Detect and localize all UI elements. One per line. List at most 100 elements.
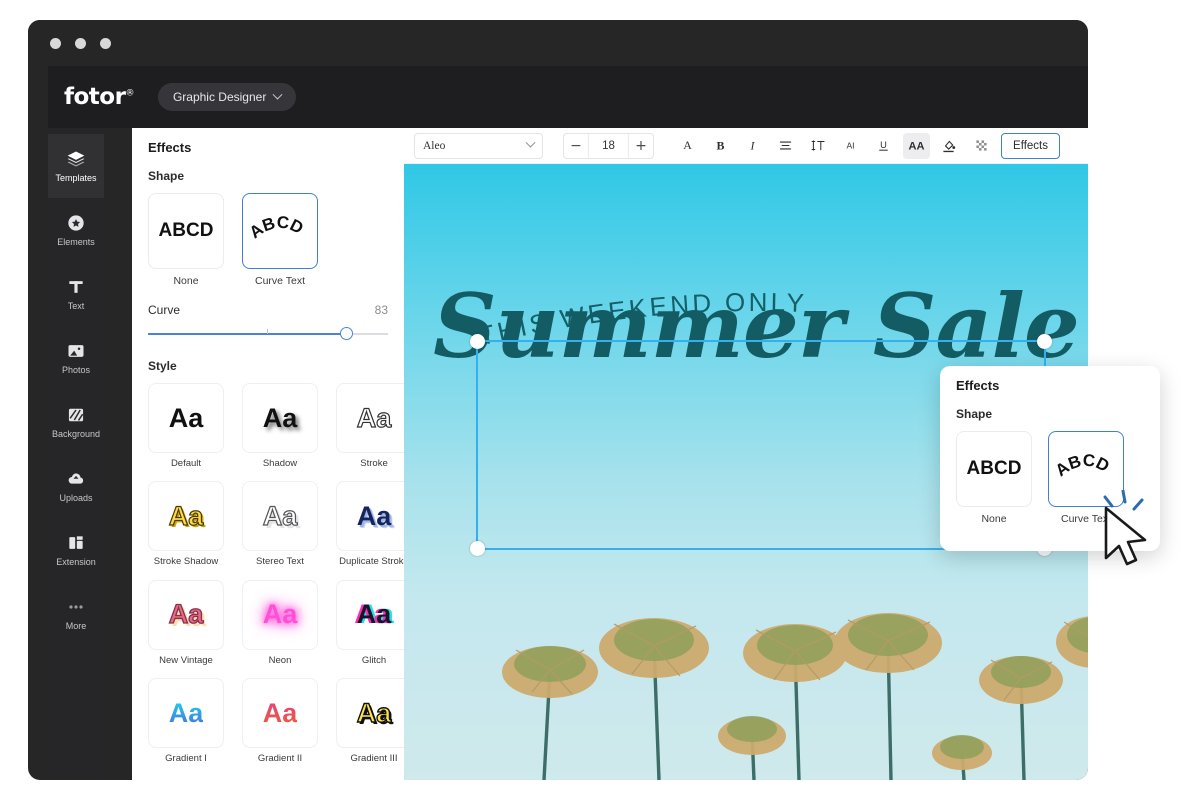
shape-option-none[interactable]: ABCD None: [148, 193, 224, 287]
italic-button[interactable]: I: [739, 133, 766, 159]
style-sample: Aa: [262, 599, 298, 630]
font-size-increase-button[interactable]: +: [629, 134, 654, 158]
font-family-select[interactable]: Aleo: [414, 132, 543, 159]
style-sample: Aa: [168, 697, 204, 728]
effects-panel: Effects Shape ABCD None ABCD Cu: [132, 128, 404, 780]
style-sample: Aa: [356, 599, 392, 630]
shape-section-label: Shape: [148, 169, 185, 183]
popup-shape-option-curve-text-box[interactable]: ABCD: [1048, 431, 1124, 507]
palm-trees-image: [502, 613, 1088, 780]
style-option-box[interactable]: Aa: [242, 579, 318, 650]
selection-handle-top-right[interactable]: [1037, 334, 1052, 349]
workspace-selector[interactable]: Graphic Designer: [157, 83, 297, 111]
underline-button[interactable]: U: [870, 133, 897, 159]
style-option-box[interactable]: Aa: [242, 481, 318, 552]
style-section-label: Style: [148, 359, 177, 373]
italic-i-icon: I: [750, 138, 756, 152]
curve-slider[interactable]: [148, 327, 388, 341]
text-toolbar: Aleo − 18 + A B I AI U AA Effects: [404, 128, 1088, 164]
underline-u-icon: U: [879, 140, 888, 151]
style-option-stroke[interactable]: Aa Stroke: [336, 383, 404, 469]
style-option-label: New Vintage: [159, 654, 213, 666]
svg-text:ABCD: ABCD: [1055, 451, 1112, 481]
selection-handle-top-left[interactable]: [470, 334, 485, 349]
style-option-label: Shadow: [262, 458, 298, 469]
style-option-gradient-i[interactable]: Aa Gradient I: [148, 678, 224, 764]
slider-handle[interactable]: [340, 327, 353, 340]
upload-cloud-icon: [68, 473, 84, 484]
style-option-box[interactable]: Aa: [336, 383, 404, 453]
style-option-label: Stroke Shadow: [153, 556, 219, 568]
style-option-default[interactable]: Aa Default: [148, 383, 224, 469]
letter-spacing-button[interactable]: AI: [837, 133, 864, 159]
shape-option-none-box[interactable]: ABCD: [148, 193, 224, 269]
font-size-input[interactable]: 18: [588, 133, 629, 158]
style-option-neon[interactable]: Aa Neon: [242, 579, 318, 666]
style-sample: Aa: [356, 500, 392, 531]
style-option-stroke-shadow[interactable]: Aa Stroke Shadow: [148, 481, 224, 567]
paint-bucket-icon: [943, 140, 956, 153]
window-minimize-button[interactable]: [75, 37, 86, 49]
style-option-label: Gradient I: [165, 753, 207, 765]
curved-abcd-icon: ABCD: [249, 213, 306, 243]
sidebar-item-label: Text: [67, 301, 85, 311]
style-option-stereo-text[interactable]: Aa Stereo Text: [242, 481, 318, 567]
style-option-new-vintage[interactable]: Aa New Vintage: [148, 579, 224, 666]
style-option-gradient-iii[interactable]: Aa Gradient III: [336, 678, 404, 764]
window-maximize-button[interactable]: [100, 37, 111, 49]
style-option-box[interactable]: Aa: [148, 579, 224, 650]
style-sample: Aa: [356, 697, 392, 728]
sidebar-item-background[interactable]: Background: [48, 390, 104, 454]
shape-option-curve-text[interactable]: ABCD Curve Text: [242, 193, 318, 287]
svg-text:A: A: [683, 138, 692, 152]
popup-shape-option-none[interactable]: ABCD None: [956, 431, 1032, 525]
sidebar-item-photos[interactable]: Photos: [48, 326, 104, 390]
font-color-button[interactable]: A: [674, 133, 701, 159]
popup-shape-option-none-box[interactable]: ABCD: [956, 431, 1032, 507]
style-option-glitch[interactable]: Aa Glitch: [336, 579, 404, 666]
sidebar-item-text[interactable]: Text: [48, 262, 104, 326]
popup-shape-option-curve-text[interactable]: ABCD Curve Text: [1048, 431, 1124, 525]
curve-slider-block: Curve 83: [148, 303, 388, 341]
sidebar-item-uploads[interactable]: Uploads: [48, 454, 104, 518]
shape-option-label: None: [173, 275, 199, 287]
style-option-box[interactable]: Aa: [336, 481, 404, 552]
style-option-box[interactable]: Aa: [148, 678, 224, 749]
style-option-box[interactable]: Aa: [148, 481, 224, 552]
style-option-box[interactable]: Aa: [242, 678, 318, 749]
sidebar-item-templates[interactable]: Templates: [48, 134, 104, 198]
style-option-box[interactable]: Aa: [336, 678, 404, 749]
fotor-logo[interactable]: fotor®: [64, 84, 134, 110]
sidebar-item-elements[interactable]: Elements: [48, 198, 104, 262]
bold-button[interactable]: B: [707, 133, 734, 159]
text-t-icon: [69, 281, 83, 293]
line-height-button[interactable]: [805, 133, 832, 159]
effects-toolbar-button[interactable]: Effects: [1001, 132, 1060, 159]
panel-title: Effects: [148, 140, 192, 155]
puzzle-icon: [69, 536, 83, 549]
font-size-stepper[interactable]: − 18 +: [562, 132, 655, 159]
style-option-label: Duplicate Stroke: [339, 556, 404, 568]
sidebar-item-more[interactable]: More: [48, 582, 104, 646]
shape-option-label: Curve Text: [255, 275, 305, 287]
pattern-icon: [68, 408, 84, 422]
style-option-box[interactable]: Aa: [242, 383, 318, 453]
style-option-gradient-ii[interactable]: Aa Gradient II: [242, 678, 318, 764]
text-effects-button[interactable]: AA: [902, 132, 930, 159]
popup-title: Effects: [956, 378, 1000, 393]
style-option-shadow[interactable]: Aa Shadow: [242, 383, 318, 469]
highlight-button[interactable]: [936, 133, 963, 159]
transparency-button[interactable]: [968, 133, 995, 159]
style-option-box[interactable]: Aa: [148, 383, 224, 453]
window-close-button[interactable]: [50, 37, 61, 49]
selection-handle-bottom-left[interactable]: [470, 541, 485, 556]
style-option-duplicate-stroke[interactable]: Aa Duplicate Stroke: [336, 481, 404, 567]
style-block: Style Aa Default Aa Shadow Aa Stroke Aa …: [148, 359, 404, 765]
style-option-box[interactable]: Aa: [336, 579, 404, 650]
star-badge-icon: [68, 215, 84, 231]
align-button[interactable]: [772, 133, 799, 159]
sidebar-item-extension[interactable]: Extension: [48, 518, 104, 582]
sidebar-item-label: More: [65, 621, 87, 631]
font-size-decrease-button[interactable]: −: [564, 134, 589, 158]
shape-option-curve-text-box[interactable]: ABCD: [242, 193, 318, 269]
